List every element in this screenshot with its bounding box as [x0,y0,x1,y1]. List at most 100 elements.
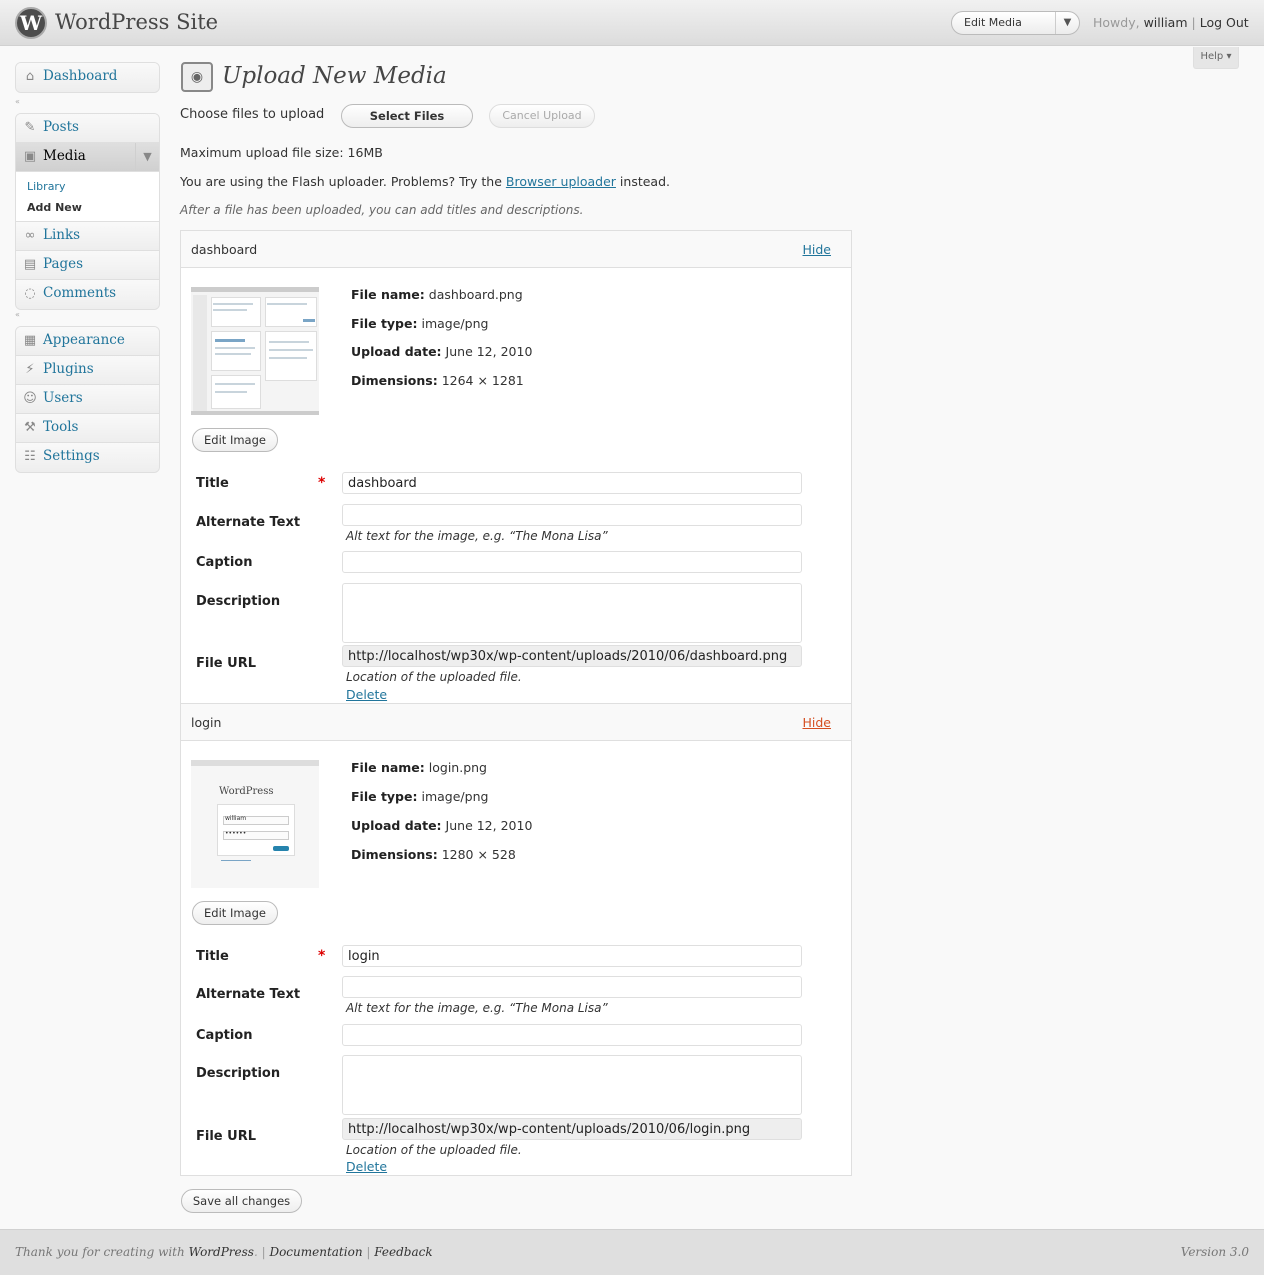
caption-label: Caption [196,1028,253,1043]
file-url-input[interactable]: http://localhost/wp30x/wp-content/upload… [342,645,802,667]
menu-group-admin: ▦ Appearance ⚡ Plugins ☺ Users ⚒ Tools ☷… [15,326,160,473]
help-arrow-icon[interactable]: ▾ [1226,51,1231,62]
footer-wordpress-link[interactable]: WordPress [189,1245,254,1259]
menu-label[interactable]: Settings [43,448,100,464]
file-type-label: File type: [351,789,418,804]
delete-link[interactable]: Delete [346,1159,387,1174]
media-camera-icon: ◉ [181,62,213,92]
title-input[interactable]: login [342,945,802,967]
upload-date-label: Upload date: [351,818,442,833]
media-camera-icon: ▣ [23,149,37,164]
browser-uploader-link[interactable]: Browser uploader [506,174,616,189]
page-title: Upload New Media [222,63,447,89]
max-upload-size: Maximum upload file size: 16MB [180,145,383,160]
choose-files-label: Choose files to upload [180,107,325,122]
title-input[interactable]: dashboard [342,472,802,494]
menu-label[interactable]: Comments [43,285,116,301]
description-label: Description [196,594,281,609]
file-name-value: login.png [428,760,487,775]
hide-link[interactable]: Hide [803,715,832,730]
wordpress-logo-icon[interactable]: W [15,7,47,39]
footer-documentation-link[interactable]: Documentation [269,1245,362,1259]
alt-text-input[interactable] [342,976,802,998]
logout-link[interactable]: Log Out [1200,15,1249,30]
menu-item-posts[interactable]: ✎ Posts [16,114,159,143]
menu-label[interactable]: Tools [43,419,78,435]
edit-image-button[interactable]: Edit Image [192,428,278,452]
description-textarea[interactable] [342,1055,802,1115]
save-all-changes-button[interactable]: Save all changes [181,1189,302,1213]
file-name-value: dashboard.png [428,287,523,302]
upload-date-label: Upload date: [351,344,442,359]
footer-feedback-link[interactable]: Feedback [374,1245,432,1259]
menu-item-tools[interactable]: ⚒ Tools [16,414,159,443]
edit-image-button[interactable]: Edit Image [192,901,278,925]
file-type-label: File type: [351,316,418,331]
pushpin-icon: ✎ [24,120,36,135]
appearance-icon: ▦ [23,333,37,348]
menu-label[interactable]: Media [43,148,86,164]
house-icon: ⌂ [25,69,35,84]
footer-thanks: Thank you for creating with [15,1245,185,1259]
alt-text-help: Alt text for the image, e.g. “The Mona L… [346,1001,608,1015]
file-url-input[interactable]: http://localhost/wp30x/wp-content/upload… [342,1118,802,1140]
menu-label[interactable]: Dashboard [43,68,117,84]
delete-link[interactable]: Delete [346,687,387,702]
menu-item-pages[interactable]: ▤ Pages [16,251,159,280]
file-name-label: File name: [351,760,425,775]
submenu-item-library[interactable]: Library [16,176,159,197]
alt-text-input[interactable] [342,504,802,526]
site-title[interactable]: WordPress Site [55,10,218,34]
dimensions-value: 1280 × 528 [441,847,516,862]
cancel-upload-button[interactable]: Cancel Upload [489,104,595,128]
settings-icon: ☷ [24,449,36,464]
chain-link-icon: ∞ [24,228,36,243]
pages-icon: ▤ [23,257,37,272]
menu-item-comments[interactable]: ◌ Comments [16,280,159,309]
speech-bubble-icon: ◌ [24,286,36,301]
caption-input[interactable] [342,551,802,573]
thumb-username: william [225,815,247,822]
menu-collapse-separator[interactable]: « [15,97,160,107]
caption-input[interactable] [342,1024,802,1046]
favorite-actions-dropdown[interactable]: Edit Media ▼ [951,11,1080,35]
flash-notice-text: You are using the Flash uploader. Proble… [180,174,502,189]
menu-label[interactable]: Posts [43,119,79,135]
submenu-toggle-icon[interactable]: ▼ [135,143,159,171]
help-label[interactable]: Help [1200,51,1223,62]
select-files-button[interactable]: Select Files [341,104,473,128]
alt-text-help: Alt text for the image, e.g. “The Mona L… [346,529,608,543]
submenu-item-add-new[interactable]: Add New [16,197,159,218]
required-mark: * [318,475,326,491]
menu-label[interactable]: Links [43,227,80,243]
login-thumbnail: WordPress william •••••• [191,760,319,888]
dimensions-row: Dimensions: 1264 × 1281 [351,373,524,388]
menu-item-media[interactable]: ▣ Media ▼ [16,143,159,172]
menu-group-content: ✎ Posts ▣ Media ▼ Library Add New ∞ Link… [15,113,160,310]
menu-collapse-separator[interactable]: « [15,310,160,320]
menu-item-settings[interactable]: ☷ Settings [16,443,159,472]
description-textarea[interactable] [342,583,802,643]
menu-item-links[interactable]: ∞ Links [16,222,159,251]
menu-label[interactable]: Plugins [43,361,94,377]
hide-link[interactable]: Hide [803,242,832,257]
file-url-label: File URL [196,1129,256,1144]
media-item-header: login Hide [181,704,851,741]
dropdown-arrow-icon[interactable]: ▼ [1055,12,1079,34]
help-tab[interactable]: Help ▾ [1193,47,1239,69]
footer-separator: | [366,1245,371,1259]
user-info: Howdy, william | Log Out [1093,15,1249,30]
media-item-filename: login [191,715,222,730]
menu-item-users[interactable]: ☺ Users [16,385,159,414]
menu-label[interactable]: Appearance [43,332,125,348]
menu-item-dashboard[interactable]: ⌂ Dashboard [16,63,159,92]
menu-item-plugins[interactable]: ⚡ Plugins [16,356,159,385]
menu-label[interactable]: Pages [43,256,83,272]
menu-item-appearance[interactable]: ▦ Appearance [16,327,159,356]
username-link[interactable]: william [1144,15,1188,30]
file-url-help: Location of the uploaded file. [346,1143,522,1157]
media-item: login Hide WordPress william •••••• File… [180,703,852,1176]
alt-text-label: Alternate Text [196,515,301,530]
favorite-action-label[interactable]: Edit Media [964,16,1022,29]
menu-label[interactable]: Users [43,390,83,406]
